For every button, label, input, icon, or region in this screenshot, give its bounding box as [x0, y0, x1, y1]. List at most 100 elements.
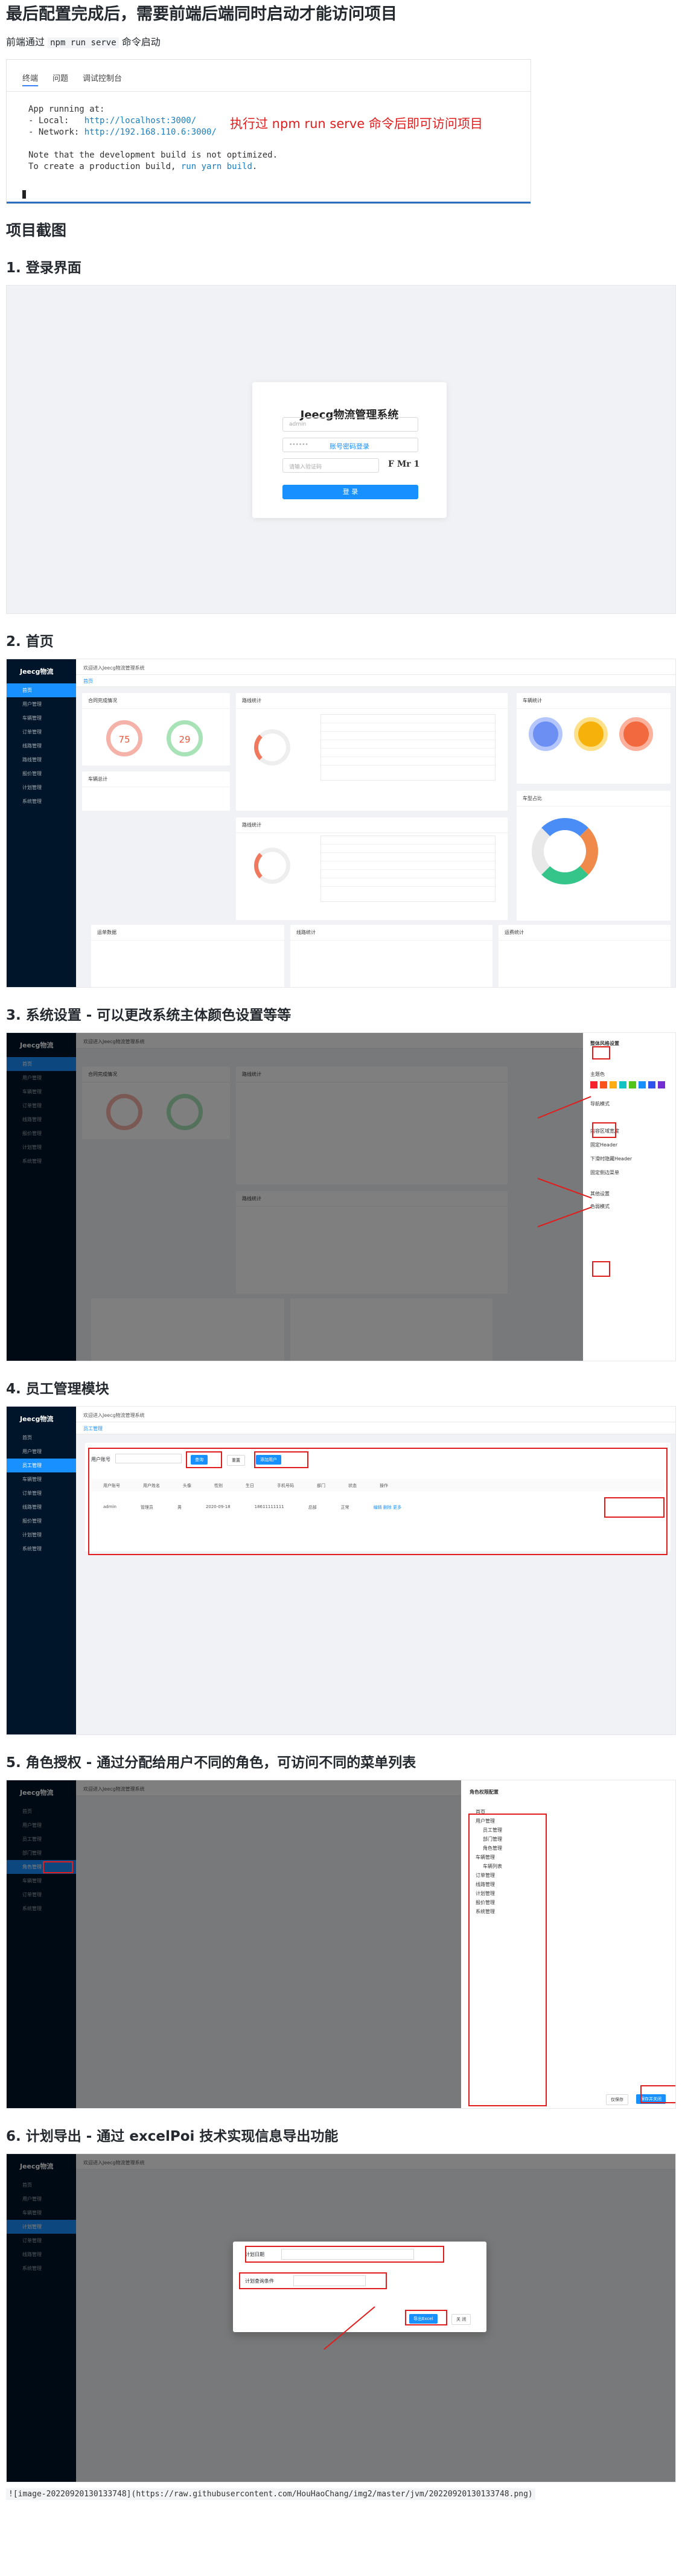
highlight-box [592, 1046, 610, 1059]
password-field[interactable]: •••••• [282, 438, 418, 452]
sidebar-logo: Jeecg物流 [20, 1415, 54, 1423]
highlight-box [186, 1451, 222, 1468]
dashboard-card: 运费统计 [499, 925, 671, 987]
network-label: - Network: [28, 127, 84, 137]
sidebar-item[interactable]: 报价管理 [7, 767, 76, 781]
sidebar-item[interactable]: 线路管理 [7, 1500, 76, 1514]
option[interactable]: 固定侧边菜单 [590, 1169, 668, 1176]
login-screenshot: Jeecg物流管理系统 账号密码登录 admin •••••• 请输入验证码 F… [6, 285, 676, 614]
dashboard-card: 车辆总计 [82, 772, 230, 811]
sidebar-item-home[interactable]: 首页 [7, 683, 76, 697]
dashboard-card: 合同完成情况 75 29 [82, 693, 230, 765]
highlight-box [604, 1497, 664, 1518]
section-heading-login: 1. 登录界面 [6, 260, 81, 276]
terminal-status-bar [7, 202, 531, 203]
highlight-box [43, 1861, 73, 1873]
sidebar-item[interactable]: 路线管理 [7, 753, 76, 767]
annotation-text: 执行过 npm run serve 命令后即可访问项目 [230, 117, 483, 131]
sidebar-item-employees[interactable]: 员工管理 [7, 1459, 76, 1472]
debug-console-tab[interactable]: 调试控制台 [83, 72, 122, 86]
highlight-box [468, 1814, 547, 2106]
local-url[interactable]: http://localhost:3000/ [84, 116, 196, 126]
modal-overlay[interactable] [7, 1033, 675, 1361]
username-field[interactable]: admin [282, 417, 418, 432]
progress-ring [254, 848, 290, 884]
build-command: run yarn build [180, 162, 252, 171]
sidebar-item[interactable]: 订单管理 [7, 1486, 76, 1500]
intro-text-before: 前端通过 [6, 36, 48, 48]
bubble [529, 717, 562, 751]
option[interactable]: 固定Header [590, 1142, 668, 1148]
highlight-box [254, 1451, 308, 1468]
option[interactable]: 下滑时隐藏Header [590, 1155, 668, 1162]
sidebar-item[interactable]: 用户管理 [7, 1445, 76, 1459]
sidebar-item[interactable]: 订单管理 [7, 725, 76, 739]
terminal-cursor [22, 190, 26, 199]
login-button[interactable]: 登 录 [282, 485, 418, 499]
sidebar-item[interactable]: 用户管理 [7, 697, 76, 711]
sidebar-item[interactable]: 计划管理 [7, 781, 76, 794]
settings-screenshot: Jeecg物流 首页 用户管理 车辆管理 订单管理 线路管理 报价管理 计划管理… [6, 1032, 676, 1361]
caption-text: ![image-20220920130133748](https://raw.g… [6, 2488, 535, 2500]
card-title: 线路统计 [290, 925, 492, 941]
local-label: - Local: [28, 116, 84, 126]
bubble [574, 717, 608, 751]
employee-screenshot: Jeecg物流 首页 用户管理 员工管理 车辆管理 订单管理 线路管理 报价管理… [6, 1406, 676, 1735]
terminal-screenshot: 终端 问题 调试控制台 App running at: - Local: htt… [6, 59, 531, 204]
sidebar-item[interactable]: 报价管理 [7, 1514, 76, 1528]
nav-mode-label: 导航模式 [590, 1101, 610, 1107]
topbar: 欢迎进入Jeecg物流管理系统 [76, 659, 675, 675]
readme-page: 最后配置完成后，需要前端后端同时启动才能访问项目 前端通过 npm run se… [0, 2, 682, 2500]
ring-value: 29 [179, 734, 191, 745]
card-title: 车辆统计 [517, 693, 671, 709]
image-caption: ![image-20220920130133748](https://raw.g… [6, 2488, 676, 2500]
intro-heading: 最后配置完成后，需要前端后端同时启动才能访问项目 [6, 5, 397, 24]
bubble [619, 717, 653, 751]
card-title: 车型占比 [517, 791, 671, 807]
captcha-image[interactable]: F Mr 1 [388, 459, 419, 469]
export-screenshot: Jeecg物流 首页 用户管理 车辆管理 计划管理 订单管理 线路管理 系统管理… [6, 2153, 676, 2482]
sidebar-item[interactable]: 计划管理 [7, 1528, 76, 1542]
intro-code: npm run serve [48, 37, 119, 48]
card-title: 路线统计 [236, 817, 508, 833]
card-title: 路线统计 [236, 693, 508, 709]
save-only-button[interactable]: 仅保存 [606, 2094, 628, 2105]
theme-label: 主题色 [590, 1072, 605, 1077]
option[interactable]: 色弱模式 [590, 1203, 668, 1210]
ring-value: 75 [118, 734, 130, 745]
dashboard-card: 车型占比 [517, 791, 671, 921]
captcha-field[interactable]: 请输入验证码 [282, 458, 379, 473]
highlight-box [239, 2272, 387, 2289]
other-label: 其他设置 [590, 1191, 610, 1197]
close-button[interactable]: 关 闭 [451, 2314, 471, 2325]
home-screenshot: Jeecg物流 首页 用户管理 车辆管理 订单管理 线路管理 路线管理 报价管理… [6, 659, 676, 988]
tab-employees[interactable]: 员工管理 [76, 1422, 675, 1434]
terminal-note: Note that the development build is not o… [28, 150, 278, 160]
terminal-tab[interactable]: 终端 [22, 72, 39, 86]
problems-tab[interactable]: 问题 [53, 72, 68, 86]
data-table [320, 836, 496, 902]
terminal-note-prefix: To create a production build, [28, 162, 181, 171]
sidebar-item[interactable]: 线路管理 [7, 739, 76, 753]
highlight-box [592, 1261, 610, 1277]
card-title: 运单数据 [91, 925, 284, 941]
data-table [320, 714, 496, 781]
sidebar: Jeecg物流 首页 用户管理 车辆管理 订单管理 线路管理 路线管理 报价管理… [7, 659, 76, 987]
sidebar-item[interactable]: 系统管理 [7, 794, 76, 808]
tab-home[interactable]: 首页 [76, 675, 675, 687]
sidebar-item[interactable]: 系统管理 [7, 1542, 76, 1556]
terminal-note-suffix: . [252, 162, 258, 171]
terminal-line: App running at: [28, 104, 105, 114]
dashboard-card: 车辆统计 [517, 693, 671, 784]
roles-screenshot: Jeecg物流 首页 用户管理 员工管理 部门管理 角色管理 车辆管理 订单管理… [6, 1780, 676, 2109]
theme-swatches[interactable] [590, 1081, 668, 1088]
card-title: 合同完成情况 [82, 693, 230, 709]
sidebar-item[interactable]: 首页 [7, 1431, 76, 1445]
highlight-box [640, 2085, 675, 2103]
sidebar-item[interactable]: 车辆管理 [7, 711, 76, 725]
sidebar: Jeecg物流 首页 用户管理 员工管理 车辆管理 订单管理 线路管理 报价管理… [7, 1407, 76, 1734]
screens-heading: 项目截图 [6, 222, 67, 239]
highlight-box [245, 2246, 444, 2263]
network-url[interactable]: http://192.168.110.6:3000/ [84, 127, 217, 137]
sidebar-item[interactable]: 车辆管理 [7, 1472, 76, 1486]
